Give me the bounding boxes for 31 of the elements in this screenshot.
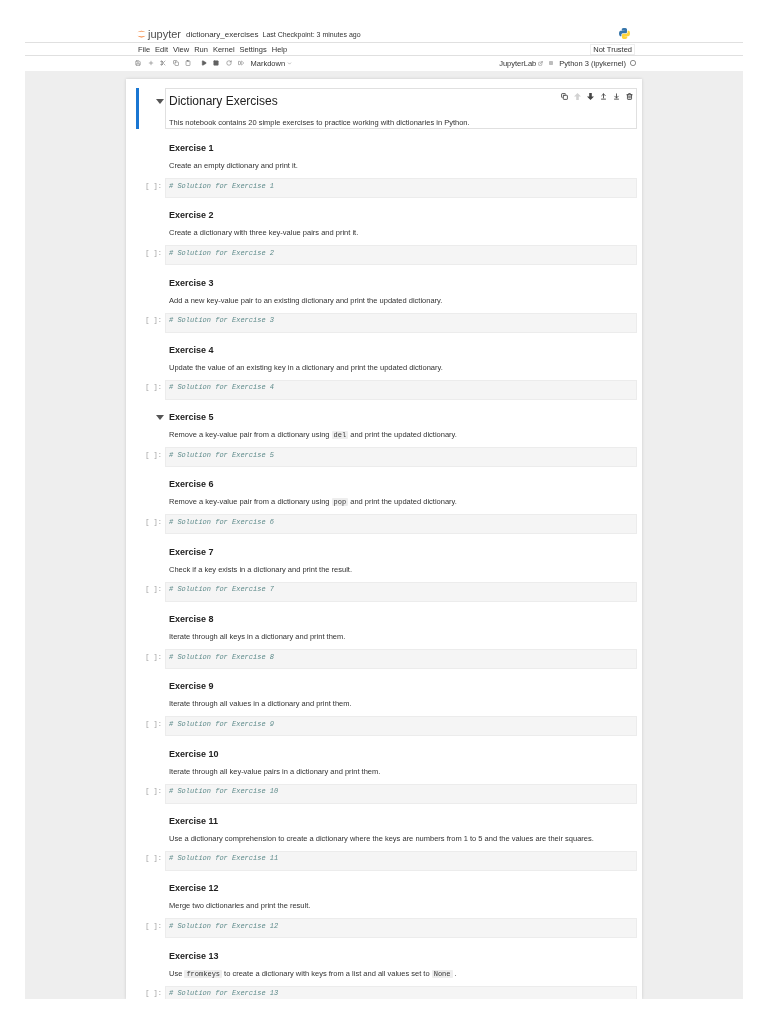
restart-icon[interactable] xyxy=(225,60,232,66)
exercise-heading: Exercise 13 xyxy=(169,949,219,963)
exercise-heading: Exercise 10 xyxy=(169,747,219,761)
exercise-heading: Exercise 9 xyxy=(169,680,214,694)
exercise-heading: Exercise 3 xyxy=(169,276,214,290)
exercise-heading: Exercise 11 xyxy=(169,814,219,828)
notebook-name[interactable]: dictionary_exercises xyxy=(186,29,259,40)
insert-above-icon[interactable] xyxy=(600,93,607,100)
notebook-title: Dictionary Exercises xyxy=(169,93,278,110)
arrow-down-icon[interactable] xyxy=(587,93,594,100)
paste-icon[interactable] xyxy=(185,60,191,66)
collapse-caret-icon[interactable] xyxy=(156,99,164,104)
collapse-caret-icon[interactable] xyxy=(156,415,164,421)
app-name: jupyter xyxy=(148,27,182,40)
insert-below-icon[interactable] xyxy=(613,93,620,100)
exercise-heading: Exercise 4 xyxy=(169,343,214,357)
cut-icon[interactable] xyxy=(160,60,166,66)
exercise-heading: Exercise 7 xyxy=(169,545,214,559)
python-logo-icon xyxy=(619,28,630,39)
exercise-heading: Exercise 8 xyxy=(169,613,214,627)
chevron-down-icon xyxy=(287,60,293,66)
exercise-heading: Exercise 2 xyxy=(169,209,214,223)
exercise-heading: Exercise 12 xyxy=(169,882,219,896)
duplicate-icon[interactable] xyxy=(561,93,568,100)
stop-icon[interactable] xyxy=(213,60,219,66)
external-link-icon xyxy=(538,60,544,66)
exercise-heading: Exercise 6 xyxy=(169,478,214,492)
delete-icon[interactable] xyxy=(626,93,633,100)
run-icon[interactable] xyxy=(200,60,207,66)
exercise-heading: Exercise 1 xyxy=(169,142,214,155)
exercise-heading: Exercise 5 xyxy=(169,411,214,425)
